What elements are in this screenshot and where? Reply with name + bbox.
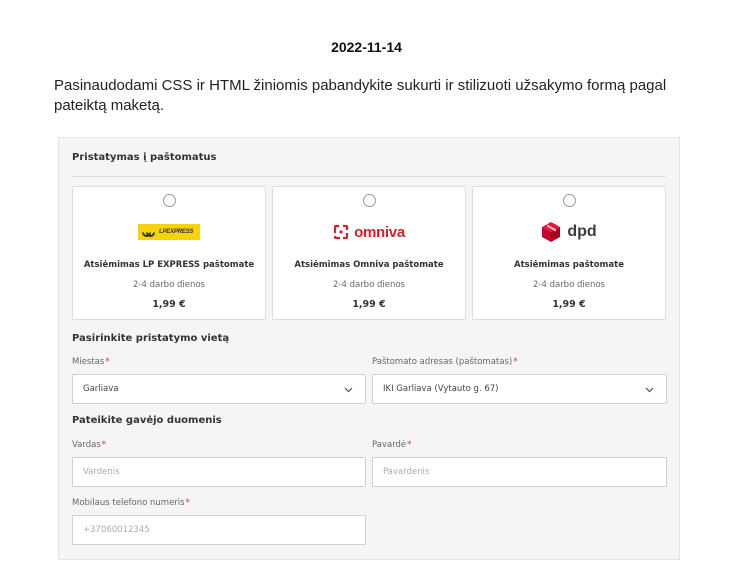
- chevron-down-icon: [344, 387, 353, 393]
- delivery-section-title: Pristatymas į paštomatus: [72, 152, 217, 163]
- phone-field: [72, 515, 366, 545]
- dpd-cube-icon: [542, 222, 561, 242]
- order-form-panel: Pristatymas į paštomatus LPEXPRESS Atsiė…: [58, 137, 680, 560]
- first-name-label: Vardas*: [72, 440, 106, 450]
- location-section-title: Pasirinkite pristatymo vietą: [72, 333, 230, 344]
- first-name-field: [72, 457, 366, 487]
- delivery-option-name: Atsiėmimas Omniva paštomate: [294, 260, 444, 270]
- intro-text: Pasinaudodami CSS ir HTML žiniomis paban…: [54, 77, 667, 114]
- chevron-down-icon: [645, 387, 654, 393]
- dpd-logo: dpd: [473, 219, 665, 245]
- delivery-radio-dpd[interactable]: [563, 194, 576, 207]
- page-date: 2022-11-14: [331, 39, 402, 55]
- last-name-input[interactable]: [373, 458, 666, 486]
- delivery-radio-omniva[interactable]: [363, 194, 376, 207]
- delivery-option-omniva[interactable]: omniva Atsiėmimas Omniva paštomate 2-4 d…: [272, 186, 466, 320]
- omniva-mark-icon: [334, 224, 349, 240]
- first-name-input[interactable]: [73, 458, 365, 486]
- delivery-option-days: 2-4 darbo dienos: [333, 280, 405, 290]
- required-marker: *: [513, 357, 518, 367]
- lp-express-mark-icon: [142, 231, 155, 237]
- delivery-option-price: 1,99 €: [152, 299, 186, 310]
- required-marker: *: [185, 498, 190, 508]
- omniva-logo: omniva: [273, 219, 465, 245]
- city-select-value: Garliava: [83, 384, 119, 394]
- required-marker: *: [101, 440, 106, 450]
- city-select[interactable]: Garliava: [72, 374, 366, 404]
- recipient-section-title: Pateikite gavėjo duomenis: [72, 415, 222, 426]
- delivery-option-days: 2-4 darbo dienos: [133, 280, 205, 290]
- locker-select-value: IKI Garliava (Vytauto g. 67): [383, 384, 499, 394]
- phone-input[interactable]: [73, 516, 365, 544]
- delivery-option-days: 2-4 darbo dienos: [533, 280, 605, 290]
- last-name-field: [372, 457, 667, 487]
- last-name-label: Pavardė*: [372, 440, 412, 450]
- delivery-option-lp-express[interactable]: LPEXPRESS Atsiėmimas LP EXPRESS paštomat…: [72, 186, 266, 320]
- phone-label: Mobilaus telefono numeris*: [72, 498, 190, 508]
- delivery-option-price: 1,99 €: [352, 299, 386, 310]
- delivery-radio-lp-express[interactable]: [163, 194, 176, 207]
- delivery-option-name: Atsiėmimas LP EXPRESS paštomate: [83, 260, 255, 270]
- delivery-option-price: 1,99 €: [552, 299, 586, 310]
- required-marker: *: [105, 357, 110, 367]
- delivery-option-dpd[interactable]: dpd Atsiėmimas paštomate 2-4 darbo dieno…: [472, 186, 666, 320]
- locker-select[interactable]: IKI Garliava (Vytauto g. 67): [372, 374, 667, 404]
- lp-express-logo: LPEXPRESS: [73, 219, 265, 245]
- city-label: Miestas*: [72, 357, 110, 367]
- required-marker: *: [407, 440, 412, 450]
- section-divider: [72, 176, 666, 177]
- locker-label: Paštomato adresas (paštomatas)*: [372, 357, 518, 367]
- delivery-option-name: Atsiėmimas paštomate: [514, 260, 624, 270]
